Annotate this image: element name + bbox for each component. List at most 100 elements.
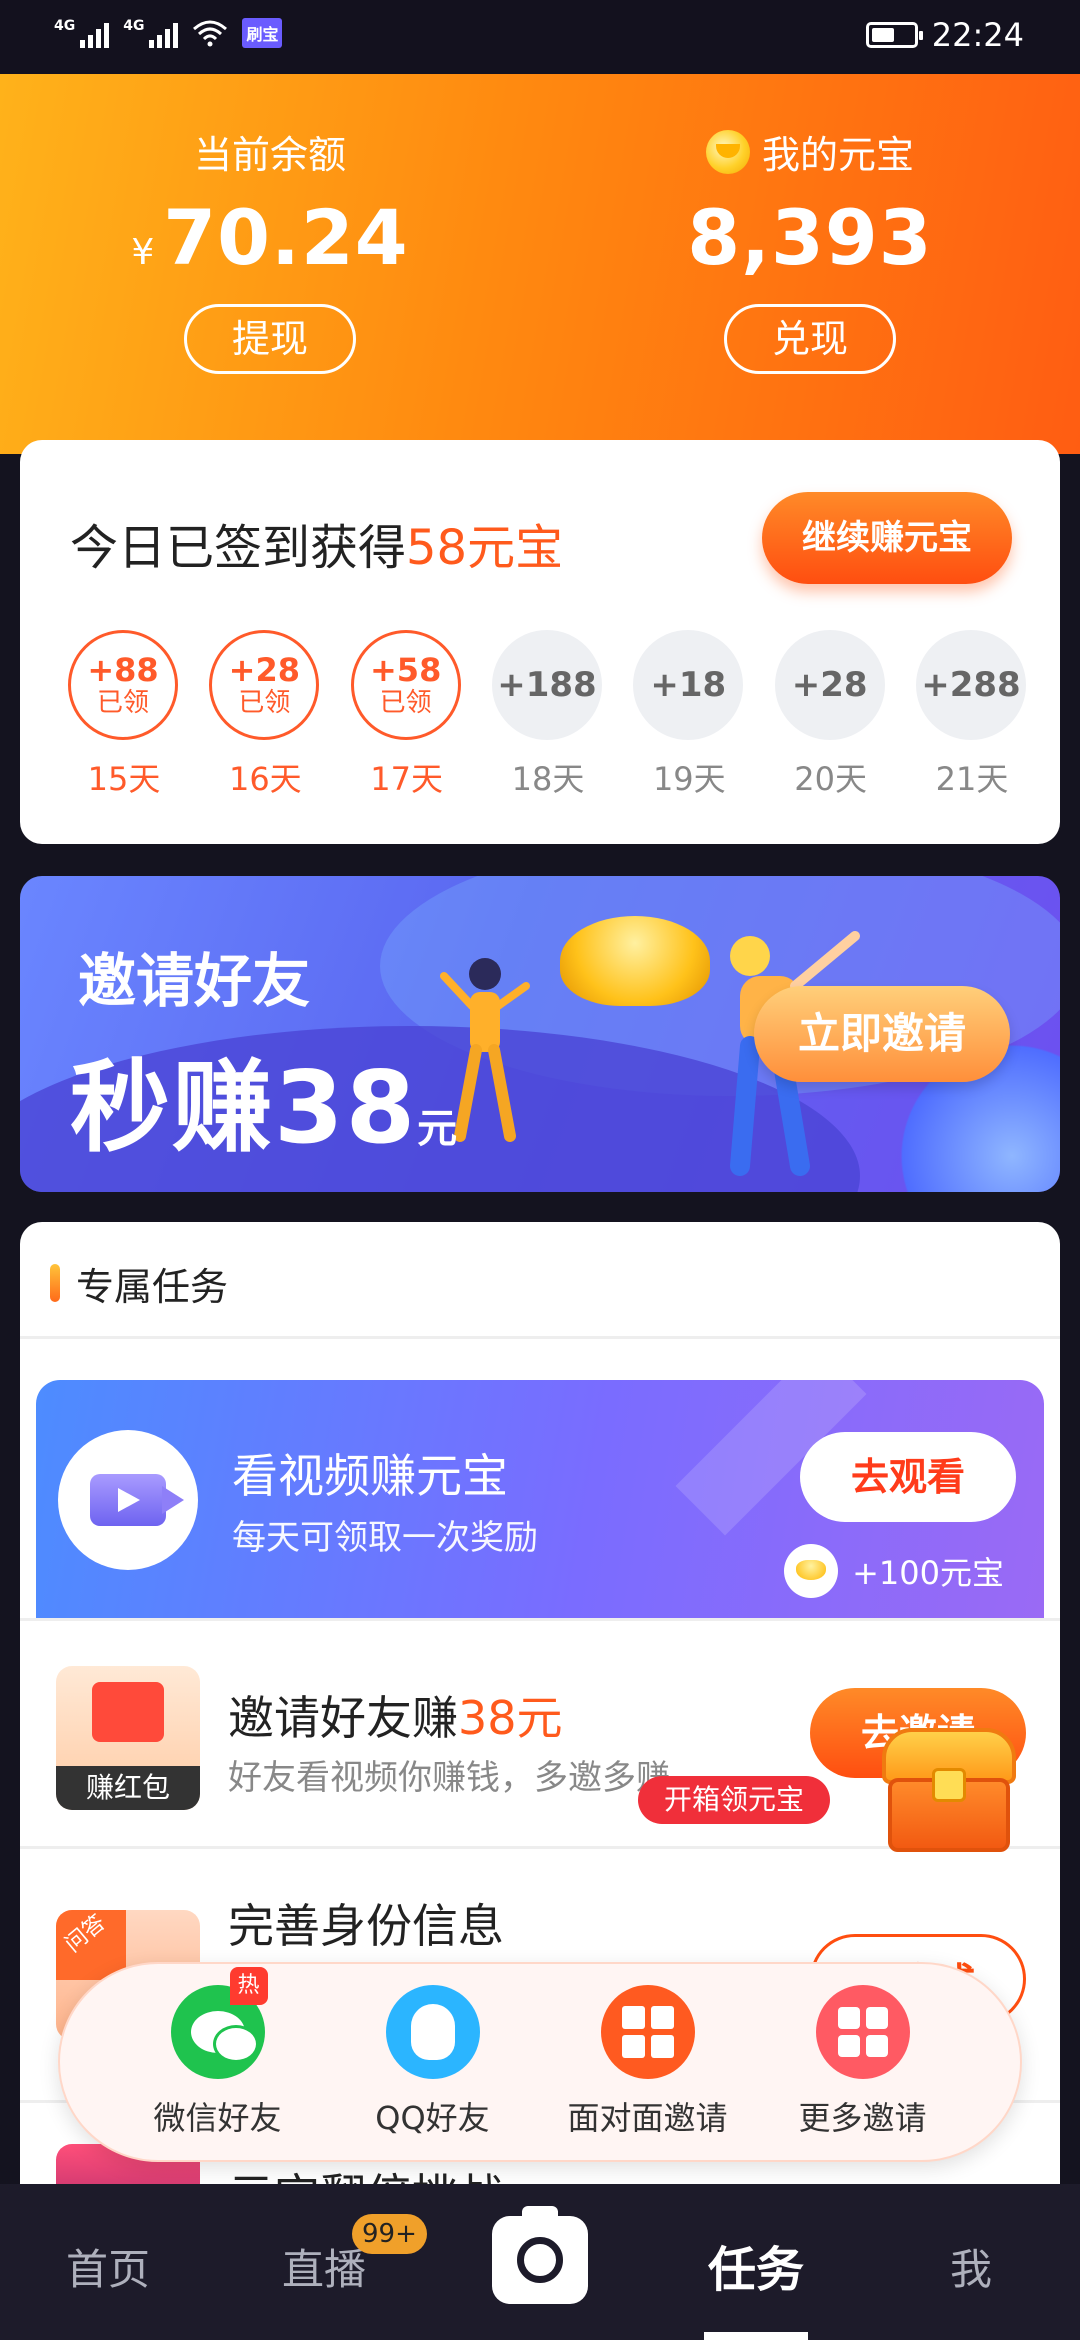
day-circle: +18	[633, 630, 744, 740]
signal-icon: 4G	[123, 18, 179, 48]
banner-unit: 元	[417, 1106, 460, 1152]
open-chest-tag[interactable]: 开箱领元宝	[638, 1776, 831, 1824]
signal-icon: 4G	[54, 18, 110, 48]
day-label: 20天	[794, 760, 867, 798]
section-header: 专属任务	[50, 1258, 229, 1309]
banner-title: 邀请好友	[78, 947, 311, 1015]
day-circle: +288	[915, 630, 1026, 740]
signin-day: +18 19天	[633, 630, 745, 800]
qr-grid	[621, 2006, 674, 2058]
share-face-to-face[interactable]: 面对面邀请	[558, 1985, 738, 2139]
status-right: 22:24	[865, 16, 1024, 54]
wallet-header: 当前余额 ¥70.24 提现 我的元宝 8,393 兑现	[0, 74, 1080, 454]
signin-days: +88 已领 15天 +28 已领 16天 +58 已领 17天 +188 18天 +18 19…	[68, 630, 1028, 800]
status-bar: 4G 4G 刷宝 22:24	[0, 0, 1080, 74]
share-wechat[interactable]: 热 微信好友	[128, 1967, 308, 2139]
signin-day: +88 已领 15天	[68, 630, 180, 800]
day-amount: +28	[791, 665, 868, 705]
signin-day: +188 18天	[491, 630, 604, 800]
signin-reward: 58元宝	[406, 520, 564, 576]
share-popup: 热 微信好友 QQ好友 面对面邀请 更多邀请	[58, 1962, 1022, 2162]
signin-day: +58 已领 17天	[350, 630, 463, 800]
day-amount: +18	[650, 665, 727, 705]
yuanbao-value: 8,393	[687, 193, 933, 282]
app-notification-badge: 刷宝	[242, 18, 283, 48]
nav-me[interactable]: 我	[950, 2236, 992, 2297]
withdraw-button[interactable]: 提现	[184, 304, 356, 374]
day-circle: +28	[774, 630, 885, 740]
yuanbao-label: 我的元宝	[761, 133, 914, 177]
nav-tasks[interactable]: 任务	[708, 2230, 804, 2300]
live-count-badge: 99+	[352, 2214, 427, 2254]
nav-live[interactable]: 直播	[282, 2236, 366, 2297]
watch-button[interactable]: 去观看	[800, 1432, 1016, 1522]
network-type: 4G	[123, 18, 145, 34]
day-label: 19天	[652, 760, 726, 798]
day-label: 18天	[511, 760, 585, 798]
signin-title: 今日已签到获得58元宝	[70, 508, 563, 578]
day-circle: +188	[491, 630, 602, 740]
currency-symbol: ¥	[131, 232, 156, 273]
task-subtitle: 每天可领取一次奖励	[232, 1518, 538, 1558]
signin-title-text: 今日已签到获得	[70, 520, 407, 576]
nav-home[interactable]: 首页	[66, 2236, 150, 2297]
signin-day: +28 20天	[774, 630, 887, 800]
yuanbao-section: 我的元宝 8,393 兑现	[610, 124, 1010, 374]
grid-squares	[837, 2007, 888, 2057]
exchange-button[interactable]: 兑现	[724, 304, 896, 374]
task-title: 完善身份信息	[228, 1899, 504, 1953]
reward-text: +100元宝	[852, 1554, 1004, 1592]
hot-badge: 热	[229, 1967, 268, 2005]
qq-penguin	[410, 2004, 455, 2060]
more-grid-icon	[815, 1985, 910, 2079]
divider	[20, 1618, 1060, 1621]
task-title-text: 邀请好友赚	[228, 1691, 458, 1745]
day-status: 已领	[238, 688, 291, 718]
invite-now-button[interactable]: 立即邀请	[754, 986, 1010, 1082]
task-subtitle: 好友看视频你赚钱，多邀多赚	[228, 1758, 670, 1798]
day-label: 17天	[370, 760, 444, 798]
balance-value: 70.24	[163, 193, 409, 282]
qq-icon	[385, 1985, 480, 2079]
yuanbao-label-row: 我的元宝	[610, 124, 1010, 179]
day-amount: +88	[87, 651, 159, 689]
active-tab-indicator	[704, 2332, 808, 2340]
day-label: 21天	[935, 760, 1009, 798]
share-label: QQ好友	[375, 2099, 490, 2137]
video-icon	[58, 1430, 198, 1570]
day-status: 已领	[379, 688, 432, 718]
section-accent-bar	[50, 1264, 60, 1302]
day-status: 已领	[96, 688, 149, 718]
signin-day: +288 21天	[915, 630, 1028, 800]
banner-amount: 38	[274, 1049, 418, 1166]
day-label: 15天	[87, 760, 161, 798]
treasure-chest-icon[interactable]	[874, 1720, 1024, 1860]
section-title: 专属任务	[76, 1264, 229, 1309]
signin-day: +28 已领 16天	[209, 630, 321, 800]
status-left: 4G 4G 刷宝	[54, 18, 283, 48]
task-title: 看视频赚元宝	[232, 1449, 508, 1503]
continue-earn-button[interactable]: 继续赚元宝	[762, 492, 1012, 584]
task-title-amount: 38元	[458, 1691, 563, 1745]
red-envelope-icon	[92, 1682, 164, 1742]
chest-lock	[932, 1768, 966, 1802]
task-title: 邀请好友赚38元	[228, 1682, 563, 1748]
invite-banner[interactable]: 邀请好友 秒赚38元 立即邀请	[20, 876, 1060, 1192]
wifi-icon	[193, 20, 228, 47]
balance-section: 当前余额 ¥70.24 提现	[70, 124, 470, 374]
day-circle: +88 已领	[68, 630, 178, 740]
watch-video-task: 看视频赚元宝 每天可领取一次奖励 去观看 +100元宝	[36, 1380, 1044, 1618]
camera-lens	[517, 2237, 563, 2283]
share-more[interactable]: 更多邀请	[773, 1985, 953, 2139]
day-amount: +188	[497, 665, 597, 705]
day-amount: +28	[228, 651, 300, 689]
bottom-navigation: 首页 直播 99+ 任务 我	[0, 2184, 1080, 2340]
balance-label: 当前余额	[193, 133, 346, 177]
share-qq[interactable]: QQ好友	[343, 1985, 523, 2139]
camera-icon[interactable]	[492, 2206, 588, 2304]
clock: 22:24	[931, 16, 1024, 54]
share-label: 面对面邀请	[567, 2099, 728, 2137]
day-circle: +58 已领	[350, 630, 461, 740]
banner-headline: 秒赚38元	[70, 1026, 459, 1171]
red-envelope-thumbnail: 赚红包	[56, 1666, 200, 1810]
